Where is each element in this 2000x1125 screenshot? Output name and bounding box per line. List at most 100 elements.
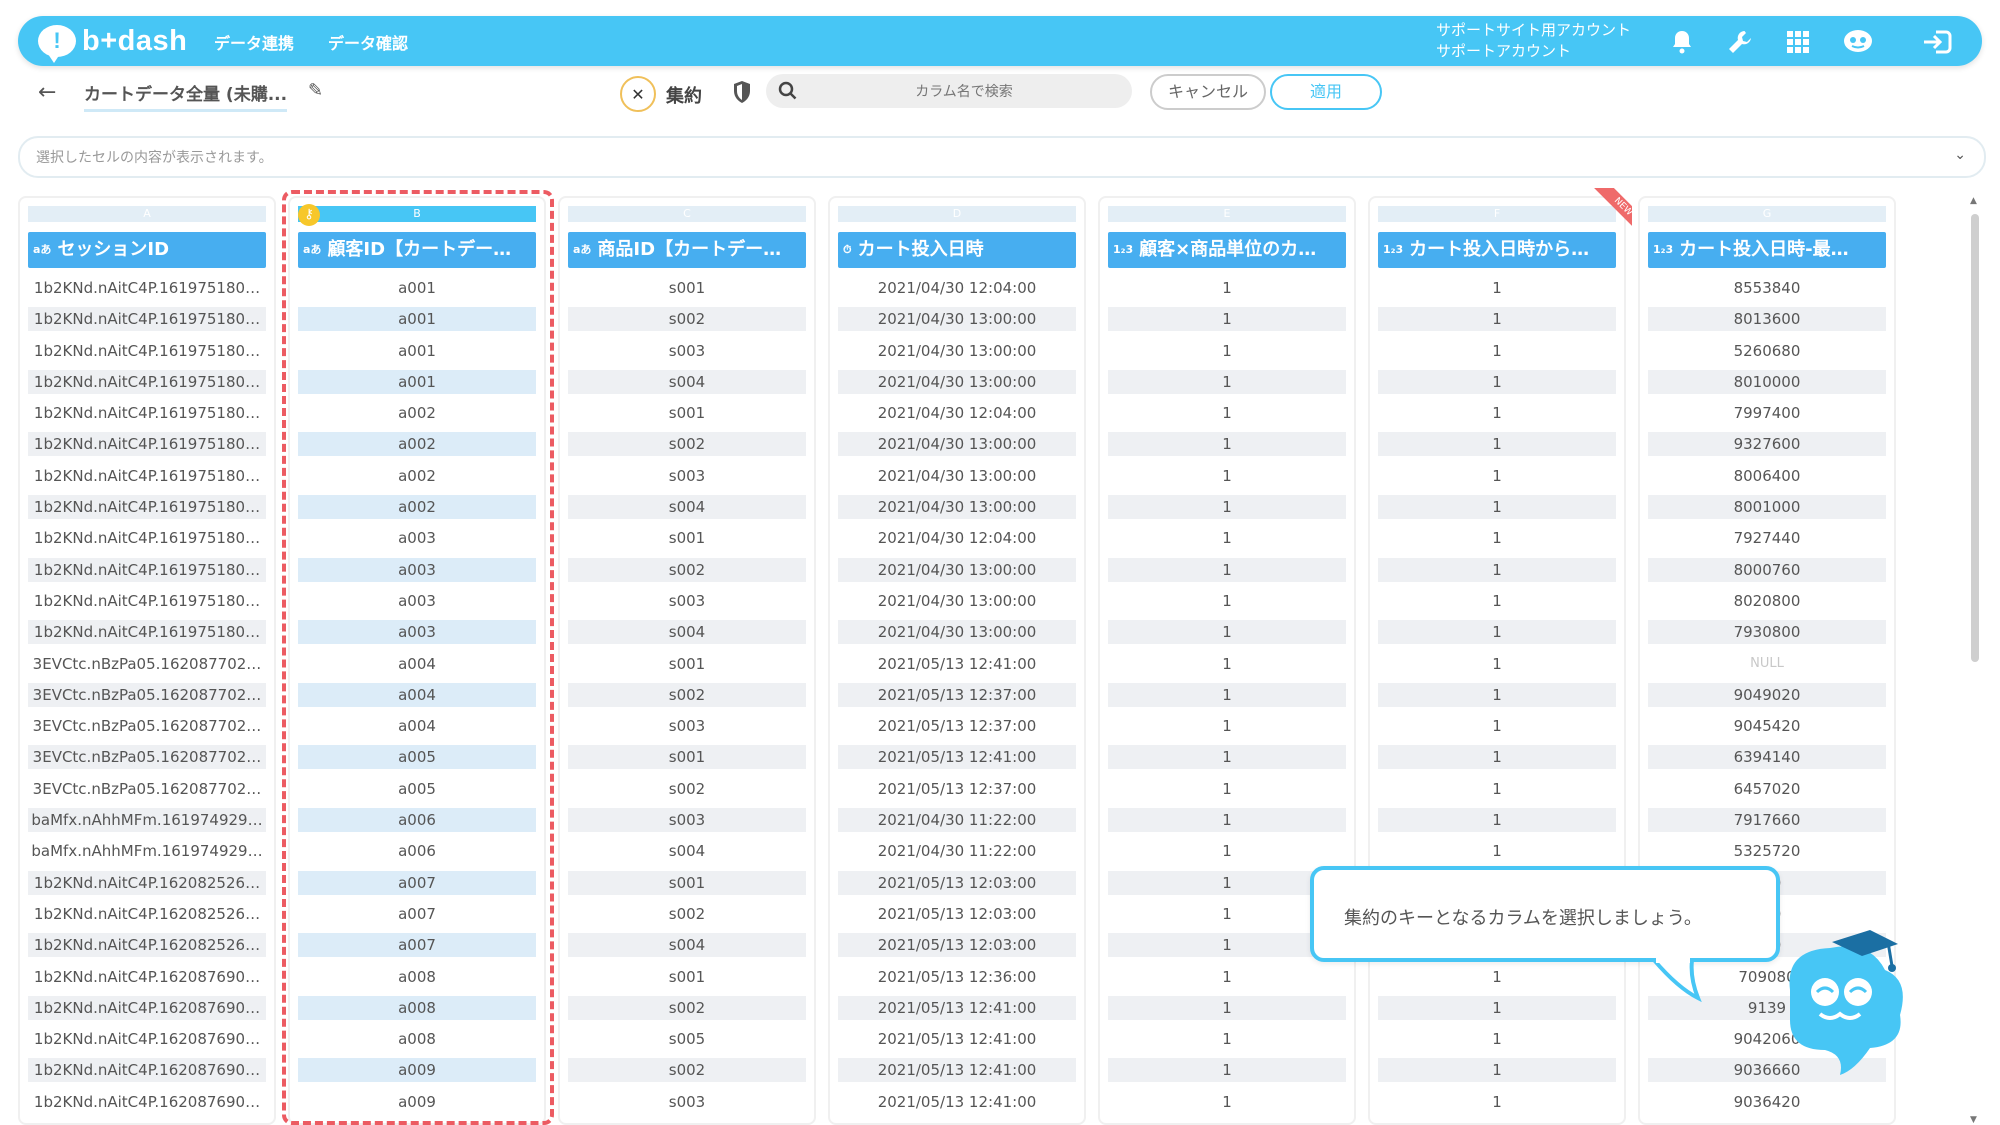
table-cell[interactable]: 1 [1108, 557, 1346, 582]
table-cell[interactable]: 2021/04/30 11:22:00 [838, 808, 1076, 833]
table-cell[interactable]: 1 [1378, 276, 1616, 300]
column-letter[interactable]: D [838, 206, 1076, 222]
table-cell[interactable]: s004 [568, 495, 806, 520]
table-cell[interactable]: s003 [568, 1090, 806, 1114]
table-cell[interactable]: 8013600 [1648, 307, 1886, 332]
table-cell[interactable]: 9327600 [1648, 432, 1886, 457]
table-cell[interactable]: 1 [1108, 307, 1346, 332]
table-cell[interactable]: a002 [298, 432, 536, 457]
table-cell[interactable]: s001 [568, 745, 806, 770]
table-cell[interactable]: s001 [568, 401, 806, 425]
mascot-icon[interactable] [1842, 26, 1874, 58]
table-cell[interactable]: a009 [298, 1090, 536, 1114]
table-cell[interactable]: a003 [298, 557, 536, 582]
table-cell[interactable]: 2021/05/13 12:41:00 [838, 745, 1076, 770]
column-letter[interactable]: C [568, 206, 806, 222]
table-cell[interactable]: 2021/05/13 12:41:00 [838, 1090, 1076, 1114]
table-cell[interactable]: 1b2KNd.nAitC4P.161975180… [28, 276, 266, 300]
table-cell[interactable]: 2021/05/13 12:41:00 [838, 995, 1076, 1020]
table-cell[interactable]: a007 [298, 902, 536, 926]
table-cell[interactable]: 1b2KNd.nAitC4P.161975180… [28, 307, 266, 332]
table-cell[interactable]: 1b2KNd.nAitC4P.161975180… [28, 369, 266, 394]
table-cell[interactable]: s001 [568, 652, 806, 676]
table-cell[interactable]: 2021/04/30 13:00:00 [838, 464, 1076, 488]
table-cell[interactable]: 1b2KNd.nAitC4P.161975180… [28, 620, 266, 645]
table-cell[interactable]: a003 [298, 620, 536, 645]
table-cell[interactable]: 1b2KNd.nAitC4P.161975180… [28, 589, 266, 613]
table-cell[interactable]: s005 [568, 1027, 806, 1051]
table-cell[interactable]: 2021/05/13 12:37:00 [838, 714, 1076, 738]
table-cell[interactable]: 1 [1378, 307, 1616, 332]
table-cell[interactable]: 5325720 [1648, 839, 1886, 863]
table-cell[interactable]: s002 [568, 777, 806, 801]
table-cell[interactable]: 1 [1108, 714, 1346, 738]
table-cell[interactable]: 1 [1378, 589, 1616, 613]
column-header[interactable]: 1₂3 顧客×商品単位のカ… [1108, 232, 1346, 268]
table-cell[interactable]: s002 [568, 432, 806, 457]
table-cell[interactable]: a006 [298, 839, 536, 863]
table-cell[interactable]: a008 [298, 995, 536, 1020]
column-header[interactable]: aあ 商品ID【カートデー… [568, 232, 806, 268]
table-cell[interactable]: 6394140 [1648, 745, 1886, 770]
table-cell[interactable]: 5260680 [1648, 339, 1886, 363]
table-cell[interactable]: 1 [1378, 1058, 1616, 1083]
column-header[interactable]: 1₂3 カート投入日時から… [1378, 232, 1616, 268]
column-header[interactable]: aあ 顧客ID【カートデー… [298, 232, 536, 268]
table-cell[interactable]: 1 [1108, 1090, 1346, 1114]
table-cell[interactable]: s001 [568, 276, 806, 300]
table-cell[interactable]: 2021/04/30 13:00:00 [838, 432, 1076, 457]
table-cell[interactable]: 1 [1378, 965, 1616, 989]
table-cell[interactable]: s002 [568, 307, 806, 332]
column-a[interactable]: Aaあ セッションID 1b2KNd.nAitC4P.161975180… 1b2KN… [18, 196, 276, 1125]
table-cell[interactable]: 1 [1108, 464, 1346, 488]
table-cell[interactable]: a001 [298, 307, 536, 332]
table-cell[interactable]: 1 [1378, 620, 1616, 645]
column-b[interactable]: B ⚷ aあ 顧客ID【カートデー… a001 a001 a001 a001 a002 a002 a… [288, 196, 546, 1125]
table-cell[interactable]: 9036420 [1648, 1090, 1886, 1114]
table-cell[interactable]: 1b2KNd.nAitC4P.162087690… [28, 965, 266, 989]
table-cell[interactable]: 3EVCtc.nBzPa05.162087702… [28, 777, 266, 801]
table-cell[interactable]: 1 [1378, 401, 1616, 425]
column-f[interactable]: F1₂3カート投入日時から…11111111111111111111111111… [1368, 196, 1626, 1125]
bell-icon[interactable] [1666, 26, 1698, 58]
column-d[interactable]: D ⏱ カート投入日時 2021/04/30 12:04:00 2021/04/30 1… [828, 196, 1086, 1125]
column-letter[interactable]: F [1378, 206, 1616, 222]
shield-icon[interactable] [732, 80, 752, 108]
column-letter[interactable]: E [1108, 206, 1346, 222]
table-cell[interactable]: 2021/04/30 13:00:00 [838, 307, 1076, 332]
table-cell[interactable]: 9045420 [1648, 714, 1886, 738]
table-cell[interactable]: 8001000 [1648, 495, 1886, 520]
table-cell[interactable]: 2021/05/13 12:03:00 [838, 902, 1076, 926]
table-cell[interactable]: 1 [1378, 995, 1616, 1020]
scrollbar-thumb[interactable] [1971, 214, 1979, 662]
table-cell[interactable]: 7927440 [1648, 526, 1886, 550]
table-cell[interactable]: 1 [1378, 557, 1616, 582]
table-cell[interactable]: s001 [568, 965, 806, 989]
table-cell[interactable]: 2021/04/30 13:00:00 [838, 369, 1076, 394]
table-cell[interactable]: 2021/04/30 12:04:00 [838, 526, 1076, 550]
table-cell[interactable]: 1 [1108, 526, 1346, 550]
table-cell[interactable]: 1 [1108, 995, 1346, 1020]
table-cell[interactable]: 1 [1378, 1027, 1616, 1051]
table-cell[interactable]: 9049020 [1648, 682, 1886, 707]
table-cell[interactable]: 1 [1378, 464, 1616, 488]
table-cell[interactable]: 1 [1108, 401, 1346, 425]
table-cell[interactable]: a008 [298, 965, 536, 989]
table-cell[interactable]: 1b2KNd.nAitC4P.161975180… [28, 495, 266, 520]
table-cell[interactable]: 2021/05/13 12:41:00 [838, 1027, 1076, 1051]
table-cell[interactable]: 1 [1108, 839, 1346, 863]
grid-icon[interactable] [1782, 26, 1814, 58]
table-cell[interactable]: 2021/05/13 12:03:00 [838, 870, 1076, 895]
table-cell[interactable]: s002 [568, 682, 806, 707]
table-cell[interactable]: 2021/04/30 11:22:00 [838, 839, 1076, 863]
table-cell[interactable]: a004 [298, 682, 536, 707]
column-header[interactable]: 1₂3 カート投入日時-最… [1648, 232, 1886, 268]
table-cell[interactable]: 8006400 [1648, 464, 1886, 488]
table-cell[interactable]: s004 [568, 369, 806, 394]
table-cell[interactable]: 1 [1378, 369, 1616, 394]
table-cell[interactable]: a002 [298, 401, 536, 425]
table-cell[interactable]: s004 [568, 620, 806, 645]
vertical-scrollbar[interactable]: ▲ ▼ [1968, 196, 1982, 1125]
table-cell[interactable]: s003 [568, 808, 806, 833]
table-cell[interactable]: 1 [1378, 808, 1616, 833]
